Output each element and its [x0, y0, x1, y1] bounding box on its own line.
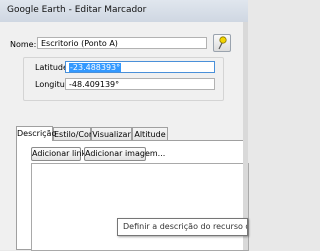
name-label: Nome:: [10, 40, 37, 49]
longitude-field[interactable]: -48.409139°: [65, 78, 215, 90]
add-link-button[interactable]: Adicionar link...: [31, 147, 94, 161]
latitude-value: -23.488393°: [69, 63, 122, 72]
tab-visualizar[interactable]: Visualizar: [91, 127, 132, 141]
description-textarea[interactable]: [31, 163, 249, 251]
description-tooltip: Definir a descrição do recurso que e: [117, 218, 248, 236]
add-image-button[interactable]: Adicionar imagem...: [84, 147, 165, 161]
tab-altitude[interactable]: Altitude: [132, 127, 168, 141]
pin-icon-button[interactable]: [213, 34, 231, 52]
latitude-field[interactable]: -23.488393°: [65, 61, 215, 73]
window-title: Google Earth - Editar Marcador: [7, 5, 147, 15]
tab-estilo-cor[interactable]: Estilo/Cor: [53, 127, 92, 141]
tab-descricao[interactable]: Descrição: [16, 126, 56, 141]
name-field[interactable]: Escritorio (Ponto A): [37, 37, 207, 49]
pushpin-icon: [218, 36, 227, 50]
window-edge-scrollbar[interactable]: [243, 22, 248, 250]
title-bar: Google Earth - Editar Marcador: [0, 0, 248, 23]
